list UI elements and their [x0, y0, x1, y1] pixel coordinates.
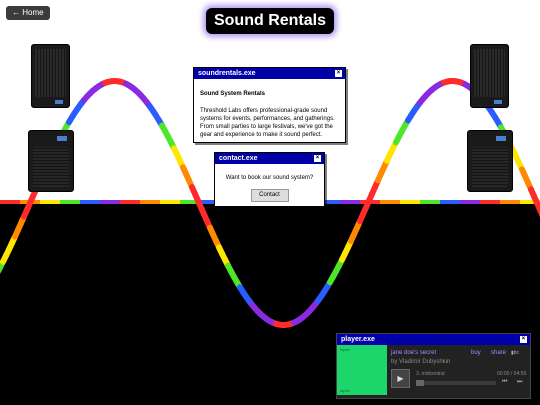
- info-window-body: Sound System Rentals Threshold Labs offe…: [194, 79, 345, 145]
- player-window-titlebar[interactable]: player.exe ×: [337, 334, 530, 345]
- speaker-top-right: [470, 44, 509, 108]
- subwoofer-grille: [33, 147, 69, 187]
- rainbow-band-segment: [120, 200, 140, 204]
- home-button[interactable]: ← Home: [6, 6, 50, 20]
- rainbow-band-segment: [100, 200, 120, 204]
- subwoofer-logo: [496, 136, 506, 141]
- info-window-titlebar[interactable]: soundrentals.exe ×: [194, 68, 345, 79]
- player-window-title: player.exe: [341, 336, 375, 343]
- artist-name[interactable]: by Vladimir Dubyshkin: [391, 359, 450, 365]
- rainbow-band-segment: [160, 200, 180, 204]
- subwoofer-logo: [57, 136, 67, 141]
- progress-knob[interactable]: [416, 380, 424, 386]
- rainbow-band-segment: [0, 200, 20, 204]
- speaker-grille: [474, 49, 505, 97]
- buy-link[interactable]: buy: [471, 350, 481, 356]
- info-text: Threshold Labs offers professional-grade…: [200, 108, 335, 139]
- share-link[interactable]: share: [491, 350, 506, 356]
- speaker-logo: [494, 100, 502, 104]
- rainbow-band-segment: [340, 200, 360, 204]
- subwoofer-right: [467, 130, 513, 192]
- rainbow-band-segment: [40, 200, 60, 204]
- album-art-text-bottom: tapes: [340, 388, 350, 393]
- rainbow-band-segment: [60, 200, 80, 204]
- page-title: Sound Rentals: [206, 8, 334, 34]
- play-icon[interactable]: ▶: [391, 369, 410, 388]
- contact-window: contact.exe × Want to book our sound sys…: [214, 152, 325, 207]
- rainbow-band-segment: [140, 200, 160, 204]
- progress-bar[interactable]: [416, 380, 496, 386]
- rainbow-band-segment: [420, 200, 440, 204]
- rainbow-band-segment: [80, 200, 100, 204]
- speaker-grille: [35, 49, 66, 97]
- contact-window-title: contact.exe: [219, 155, 258, 162]
- rainbow-band-segment: [460, 200, 480, 204]
- album-art-text-top: tapes: [340, 347, 350, 352]
- close-icon[interactable]: ×: [520, 336, 527, 343]
- contact-button[interactable]: Contact: [250, 189, 289, 203]
- rainbow-band-segment: [500, 200, 520, 204]
- subwoofer-left: [28, 130, 74, 192]
- next-icon[interactable]: ⏭: [517, 379, 522, 386]
- rainbow-band-segment: [440, 200, 460, 204]
- rainbow-band-segment: [400, 200, 420, 204]
- contact-window-body: Want to book our sound system? Contact: [215, 164, 324, 208]
- contact-window-titlebar[interactable]: contact.exe ×: [215, 153, 324, 164]
- album-art[interactable]: tapes tapes: [337, 345, 387, 395]
- rainbow-band-segment: [380, 200, 400, 204]
- page-title-text: Sound Rentals: [213, 12, 326, 29]
- info-heading: Sound System Rentals: [200, 91, 266, 97]
- track-name: 3. midcentral: [416, 371, 445, 377]
- speaker-logo: [55, 100, 63, 104]
- info-window-title: soundrentals.exe: [198, 70, 256, 77]
- bandcamp-logo[interactable]: ▮bc: [511, 350, 519, 356]
- close-icon[interactable]: ×: [314, 155, 321, 162]
- player-window: player.exe × tapes tapes jane doe's secr…: [336, 333, 531, 399]
- track-time: 00:00 / 04:59: [497, 371, 527, 377]
- speaker-top-left: [31, 44, 70, 108]
- track-title[interactable]: jane doe's secret: [391, 350, 436, 356]
- close-icon[interactable]: ×: [335, 70, 342, 77]
- info-window: soundrentals.exe × Sound System Rentals …: [193, 67, 346, 143]
- subwoofer-grille: [472, 147, 508, 187]
- rainbow-band-segment: [480, 200, 500, 204]
- contact-text: Want to book our sound system?: [225, 175, 314, 181]
- previous-icon[interactable]: ⏮: [502, 379, 507, 386]
